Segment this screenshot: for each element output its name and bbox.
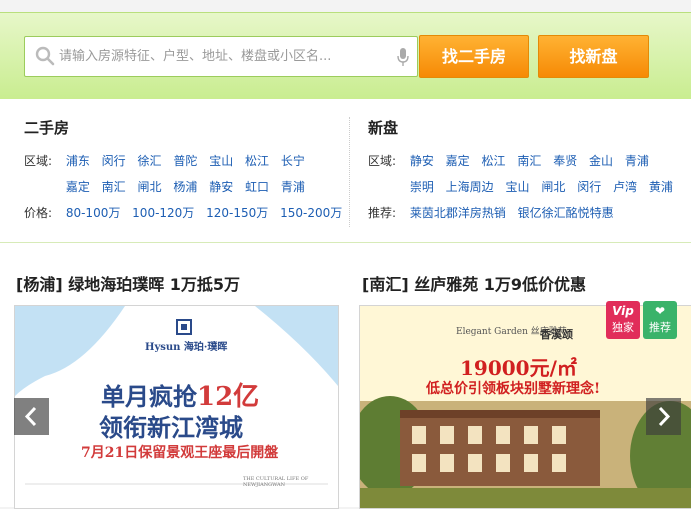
price-link[interactable]: 150-200万 [280, 206, 342, 220]
area-link[interactable]: 浦东 [66, 154, 90, 168]
vip-exclusive-badge: Vip 独家 [606, 301, 640, 339]
area-link[interactable]: 虹口 [245, 180, 269, 194]
area-link[interactable]: 闵行 [577, 180, 601, 194]
search-icon [35, 46, 55, 66]
featured-cards: [杨浦] 绿地海珀璞晖 1万抵5万 [南汇] 丝庐雅苑 1万9低价优惠 Hysu… [0, 243, 691, 509]
area-label: 区域: [368, 154, 397, 168]
area-link[interactable]: 闵行 [102, 154, 126, 168]
poster-right-brand-cn: 香溪颂 [540, 328, 573, 341]
poster-right[interactable]: Elegant Garden 丝庐雅苑 香溪颂 19000元/㎡ 低总价引领板块… [359, 305, 691, 509]
area-link[interactable]: 青浦 [625, 154, 649, 168]
recommend-label: 推荐: [368, 206, 397, 220]
area-link[interactable]: 宝山 [506, 180, 530, 194]
area-link[interactable]: 宝山 [209, 154, 233, 168]
card-title-right[interactable]: [南汇] 丝庐雅苑 1万9低价优惠 [362, 271, 586, 295]
area-link[interactable]: 金山 [589, 154, 613, 168]
poster-right-slogan: 低总价引领板块别墅新理念! [426, 381, 601, 397]
second-hand-column: 二手房 区域: 浦东 闵行 徐汇 普陀 宝山 松江 长宁 嘉定 南汇 闸北 杨浦… [24, 99, 344, 242]
second-hand-price-row: 价格: 80-100万 100-120万 120-150万 150-200万 [24, 204, 350, 221]
recommend-link[interactable]: 莱茵北郡洋房热销 [410, 206, 506, 220]
top-spacer [0, 0, 691, 12]
recommend-badge: ❤ 推荐 [643, 301, 677, 339]
area-link[interactable]: 嘉定 [66, 180, 90, 194]
area-link[interactable]: 青浦 [281, 180, 305, 194]
area-link[interactable]: 嘉定 [446, 154, 470, 168]
area-link[interactable]: 杨浦 [173, 180, 197, 194]
area-link[interactable]: 奉贤 [553, 154, 577, 168]
search-band: 找二手房 找新盘 [0, 12, 691, 100]
area-link[interactable]: 卢湾 [613, 180, 637, 194]
poster-left-line3: 7月21日保留景观王座最后開盤 [81, 445, 279, 461]
area-link[interactable]: 徐汇 [138, 154, 162, 168]
column-divider [349, 117, 350, 227]
price-link[interactable]: 100-120万 [132, 206, 194, 220]
poster-left[interactable]: Hysun 海珀·璞晖 单月疯抢12亿 领衔新江湾城 7月21日保留景观王座最后… [14, 305, 339, 509]
price-label: 价格: [24, 206, 53, 220]
second-hand-area-row-1: 区域: 浦东 闵行 徐汇 普陀 宝山 松江 长宁 [24, 152, 313, 169]
recommend-link[interactable]: 银亿徐汇酩悦特惠 [518, 206, 614, 220]
area-link[interactable]: 静安 [209, 180, 233, 194]
carousel-next-button[interactable] [646, 398, 681, 435]
area-link[interactable]: 松江 [482, 154, 506, 168]
area-link[interactable]: 普陀 [173, 154, 197, 168]
recommend-badge-label: 推荐 [649, 321, 671, 334]
area-link[interactable]: 崇明 [410, 180, 434, 194]
new-house-area-row-1: 区域: 静安 嘉定 松江 南汇 奉贤 金山 青浦 [368, 152, 657, 169]
microphone-icon[interactable] [397, 47, 409, 67]
card-title-left[interactable]: [杨浦] 绿地海珀璞晖 1万抵5万 [16, 271, 240, 295]
vip-badge-label: 独家 [612, 321, 634, 334]
area-link[interactable]: 静安 [410, 154, 434, 168]
price-link[interactable]: 80-100万 [66, 206, 121, 220]
new-house-recommend-row: 推荐: 莱茵北郡洋房热销 银亿徐汇酩悦特惠 [368, 204, 622, 221]
area-link[interactable]: 黄浦 [649, 180, 673, 194]
chevron-right-icon [658, 406, 671, 427]
area-link[interactable]: 南汇 [102, 180, 126, 194]
new-house-title: 新盘 [368, 119, 399, 137]
find-second-hand-button[interactable]: 找二手房 [419, 35, 529, 78]
poster-right-price: 19000元/㎡ [460, 356, 577, 380]
search-input[interactable] [59, 37, 389, 76]
poster-left-brand: Hysun 海珀·璞晖 [145, 342, 228, 353]
second-hand-area-row-2: 嘉定 南汇 闸北 杨浦 静安 虹口 青浦 [24, 178, 313, 195]
poster-left-footer: THE CULTURAL LIFE OF NEWJIANGWAN [243, 476, 309, 488]
area-link[interactable]: 闸北 [138, 180, 162, 194]
vip-badge-top: Vip [612, 304, 634, 318]
carousel-prev-button[interactable] [14, 398, 49, 435]
area-link[interactable]: 南汇 [517, 154, 541, 168]
area-link[interactable]: 松江 [245, 154, 269, 168]
poster-left-line2: 领衔新江湾城 [99, 413, 243, 442]
new-house-area-row-2: 崇明 上海周边 宝山 闸北 闵行 卢湾 黄浦 [368, 178, 681, 195]
area-label: 区域: [24, 154, 53, 168]
find-new-house-button[interactable]: 找新盘 [538, 35, 649, 78]
area-link[interactable]: 长宁 [281, 154, 305, 168]
heart-icon: ❤ [654, 304, 666, 318]
area-link[interactable]: 闸北 [541, 180, 565, 194]
chevron-left-icon [24, 406, 37, 427]
second-hand-title: 二手房 [24, 119, 70, 137]
new-house-column: 新盘 区域: 静安 嘉定 松江 南汇 奉贤 金山 青浦 崇明 上海周边 宝山 闸… [368, 99, 688, 242]
search-box[interactable] [24, 36, 418, 77]
quick-links-panel: 二手房 区域: 浦东 闵行 徐汇 普陀 宝山 松江 长宁 嘉定 南汇 闸北 杨浦… [0, 99, 691, 243]
price-link[interactable]: 120-150万 [206, 206, 268, 220]
area-link[interactable]: 上海周边 [446, 180, 494, 194]
